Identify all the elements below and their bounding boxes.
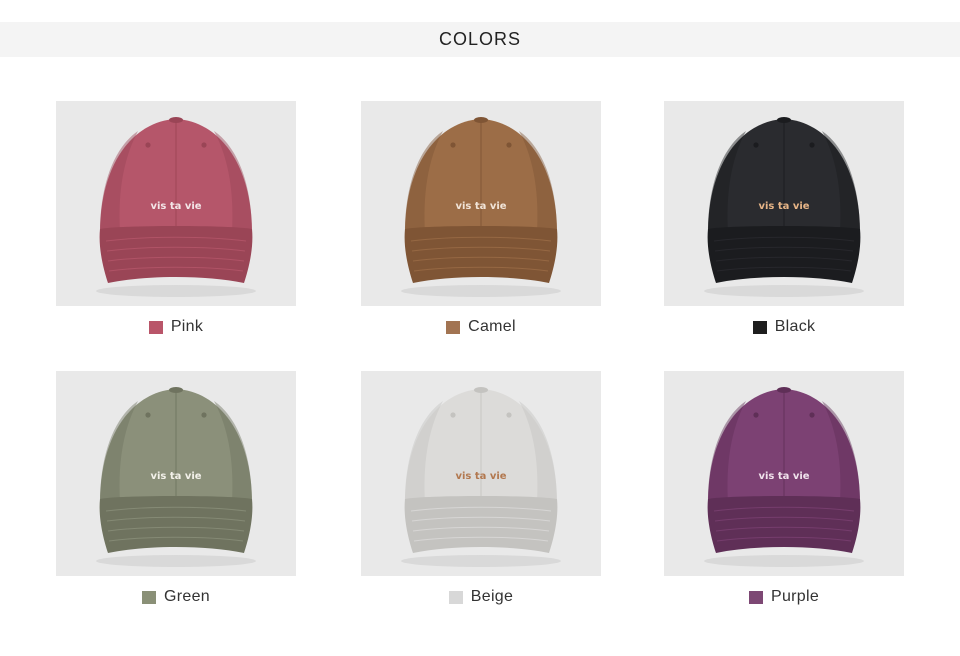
cap-eyelet-left bbox=[753, 412, 759, 418]
cap-eyelet-right bbox=[201, 412, 207, 418]
product-image[interactable]: vis ta vie bbox=[664, 101, 904, 306]
cap-brim bbox=[707, 226, 861, 283]
color-name: Green bbox=[164, 588, 210, 605]
color-name: Camel bbox=[468, 318, 516, 335]
cap-eyelet-right bbox=[809, 412, 815, 418]
product-image[interactable]: vis ta vie bbox=[56, 101, 296, 306]
color-label-row: Purple bbox=[664, 587, 904, 607]
cap-illustration: vis ta vie bbox=[401, 387, 561, 567]
color-swatch bbox=[446, 320, 461, 334]
cap-shadow bbox=[401, 285, 561, 297]
page-title: COLORS bbox=[438, 29, 522, 49]
cap-illustration: vis ta vie bbox=[704, 387, 864, 567]
cap-embroidery: vis ta vie bbox=[150, 471, 201, 482]
cap-eyelet-left bbox=[753, 142, 759, 148]
cap-button bbox=[777, 117, 791, 123]
color-label-row: Beige bbox=[361, 587, 601, 607]
cap-eyelet-left bbox=[145, 142, 151, 148]
color-label-row: Green bbox=[56, 587, 296, 607]
cap-illustration: vis ta vie bbox=[401, 117, 561, 297]
product-image[interactable]: vis ta vie bbox=[56, 371, 296, 576]
color-name: Pink bbox=[170, 318, 204, 335]
cap-button bbox=[474, 387, 488, 393]
header-band: COLORS bbox=[0, 22, 960, 57]
cap-shadow bbox=[96, 555, 256, 567]
cap-shadow bbox=[704, 555, 864, 567]
cap-embroidery: vis ta vie bbox=[455, 471, 506, 482]
cap-eyelet-right bbox=[201, 142, 207, 148]
cap-shadow bbox=[96, 285, 256, 297]
cap-embroidery: vis ta vie bbox=[758, 471, 809, 482]
product-image[interactable]: vis ta vie bbox=[361, 101, 601, 306]
color-label-row: Camel bbox=[361, 317, 601, 337]
cap-shadow bbox=[401, 555, 561, 567]
cap-eyelet-left bbox=[450, 142, 456, 148]
color-swatch bbox=[142, 590, 157, 604]
color-swatch bbox=[752, 320, 767, 334]
cap-illustration: vis ta vie bbox=[96, 117, 256, 297]
cap-brim bbox=[404, 226, 558, 283]
cap-brim bbox=[707, 496, 861, 553]
cap-eyelet-right bbox=[809, 142, 815, 148]
color-label-row: Black bbox=[664, 317, 904, 337]
cap-illustration: vis ta vie bbox=[96, 387, 256, 567]
cap-eyelet-right bbox=[506, 412, 512, 418]
color-swatch bbox=[448, 590, 463, 604]
color-name: Purple bbox=[770, 588, 820, 605]
cap-button bbox=[474, 117, 488, 123]
cap-button bbox=[169, 117, 183, 123]
color-swatch bbox=[148, 320, 163, 334]
cap-brim bbox=[99, 226, 253, 283]
cap-shadow bbox=[704, 285, 864, 297]
color-name: Black bbox=[774, 318, 816, 335]
cap-embroidery: vis ta vie bbox=[758, 201, 809, 212]
product-image[interactable]: vis ta vie bbox=[664, 371, 904, 576]
color-label-row: Pink bbox=[56, 317, 296, 337]
cap-eyelet-left bbox=[450, 412, 456, 418]
cap-eyelet-left bbox=[145, 412, 151, 418]
cap-brim bbox=[404, 496, 558, 553]
cap-brim bbox=[99, 496, 253, 553]
cap-embroidery: vis ta vie bbox=[150, 201, 201, 212]
product-image[interactable]: vis ta vie bbox=[361, 371, 601, 576]
cap-eyelet-right bbox=[506, 142, 512, 148]
cap-button bbox=[777, 387, 791, 393]
color-name: Beige bbox=[470, 588, 514, 605]
color-swatch bbox=[748, 590, 763, 604]
cap-embroidery: vis ta vie bbox=[455, 201, 506, 212]
cap-illustration: vis ta vie bbox=[704, 117, 864, 297]
cap-button bbox=[169, 387, 183, 393]
